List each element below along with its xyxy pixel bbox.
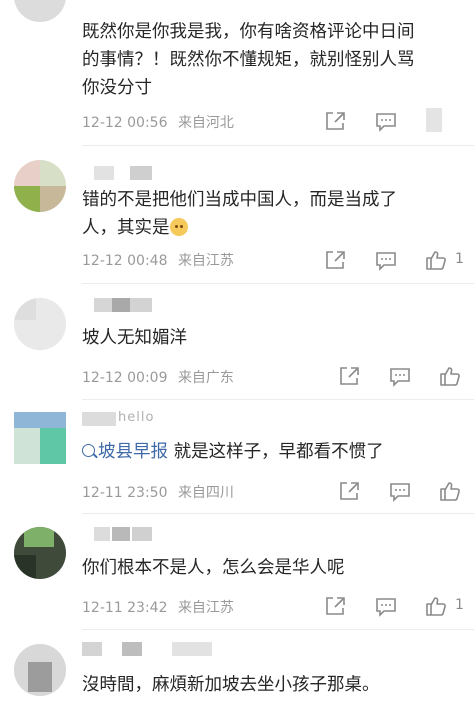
comment-date: 12-12 00:56 [82,115,168,131]
divider [82,513,474,514]
share-icon[interactable] [338,366,360,386]
comment-text-body: 就是这样子，早都看不惯了 [173,442,384,462]
comment-text: 既然你是你我是我，你有啥资格评论中日间 的事情？！既然你不懂规矩，就别怪别人骂 … [82,22,415,98]
divider [82,145,474,146]
comment-icon[interactable] [375,597,397,617]
avatar[interactable] [14,412,66,464]
share-icon[interactable] [324,250,346,270]
comment-location: 来自广东 [177,370,234,386]
like-icon[interactable] [439,365,461,387]
avatar[interactable] [14,0,66,22]
comment-location: 来自四川 [177,485,234,501]
like-icon[interactable] [439,480,461,502]
divider [82,283,474,284]
comment-date: 12-11 23:50 [82,485,168,501]
comment-location: 来自江苏 [177,253,234,269]
like-icon[interactable] [426,108,442,132]
like-count: 1 [455,251,464,267]
comment-text: 你们根本不是人，怎么会是华人呢 [82,558,345,578]
comment-location: 来自河北 [177,115,234,131]
comment-text: 错的不是把他们当成中国人，而是当成了 人，其实是 [82,186,467,242]
topic-link[interactable]: 坡县早报 [82,442,168,462]
cat-face-icon [169,218,188,236]
comment-date: 12-12 00:48 [82,253,168,269]
divider [82,629,474,630]
comment-text: 坡人无知媚洋 [82,328,187,348]
comment-meta: 12-11 23:50 来自四川 [82,482,234,502]
share-icon[interactable] [324,111,346,131]
share-icon[interactable] [338,481,360,501]
like-count: 1 [455,597,464,613]
comment-text: 沒時間，麻煩新加坡去坐小孩子那桌。 [82,675,380,695]
avatar[interactable] [14,160,66,212]
comment-meta: 12-11 23:42 来自江苏 [82,597,234,617]
divider [82,399,474,400]
topic-link-label: 坡县早报 [98,442,168,462]
like-icon[interactable] [425,249,447,271]
comment-icon[interactable] [389,482,411,502]
comment-icon[interactable] [389,367,411,387]
comment-date: 12-12 00:09 [82,370,168,386]
avatar[interactable] [14,298,66,350]
avatar[interactable] [14,527,66,579]
comment-meta: 12-12 00:09 来自广东 [82,367,234,387]
comment-location: 来自江苏 [177,600,234,616]
comment-text-body: 错的不是把他们当成中国人，而是当成了 人，其实是 [82,190,397,238]
like-icon[interactable] [425,595,447,617]
comment-icon[interactable] [375,251,397,271]
share-icon[interactable] [324,596,346,616]
comment-date: 12-11 23:42 [82,600,168,616]
comment-meta: 12-12 00:48 来自江苏 [82,250,234,270]
avatar[interactable] [14,644,66,696]
comment-text: 坡县早报 就是这样子，早都看不惯了 [82,438,467,466]
search-icon [82,444,95,457]
comment-meta: 12-12 00:56 来自河北 [82,112,234,132]
comment-icon[interactable] [375,112,397,132]
username-text: hello [118,410,155,425]
